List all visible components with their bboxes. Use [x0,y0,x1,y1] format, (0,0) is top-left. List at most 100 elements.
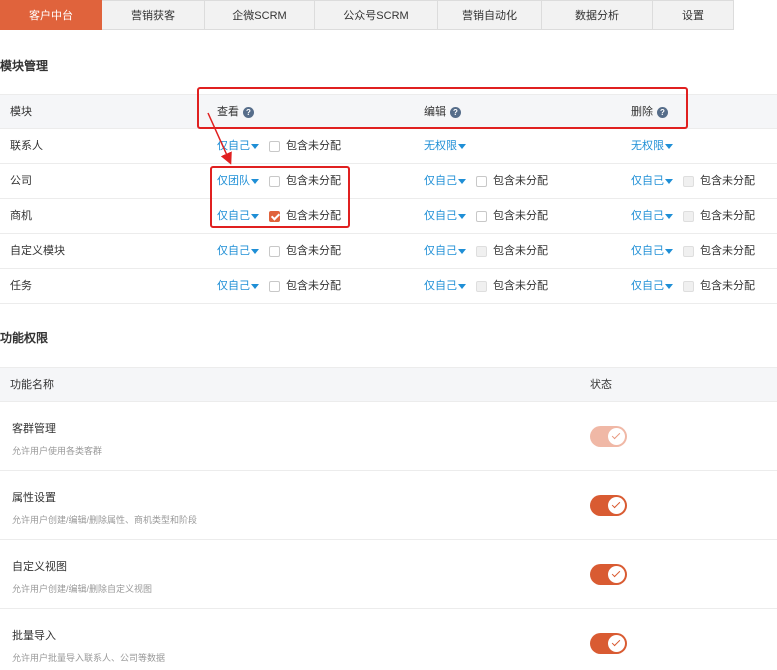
permission-toggle[interactable] [590,564,627,585]
include-unassigned-checkbox[interactable] [269,140,280,152]
tab-marketing-acquisition[interactable]: 营销获客 [102,0,205,30]
delete-permission-cell: 仅自己 包含未分配 [631,269,755,303]
permission-toggle[interactable] [590,633,627,654]
edit-permission-cell: 无权限 [424,129,466,163]
include-unassigned-checkbox[interactable] [476,210,487,222]
caret-down-icon [458,143,466,149]
module-name: 公司 [10,175,32,187]
include-unassigned-checkbox[interactable] [269,280,280,292]
check-icon [608,428,625,445]
header-edit-label: 编辑 [424,106,446,118]
view-scope-dropdown[interactable]: 仅自己 [217,234,259,268]
help-icon[interactable]: ? [243,106,254,118]
function-description: 允许用户批量导入联系人、公司等数据 [12,653,166,663]
view-scope-dropdown[interactable]: 仅团队 [217,164,259,198]
edit-permission-cell: 仅自己 包含未分配 [424,164,548,198]
permission-toggle[interactable] [590,495,627,516]
delete-scope-dropdown[interactable]: 仅自己 [631,269,673,303]
module-table-header: 模块 查看 ? 编辑 ? 删除 ? [0,94,777,129]
module-name: 任务 [10,280,32,292]
caret-down-icon [251,178,259,184]
delete-permission-cell: 仅自己 包含未分配 [631,234,755,268]
caret-down-icon [251,283,259,289]
caret-down-icon [251,213,259,219]
caret-down-icon [458,178,466,184]
view-permission-cell: 仅自己 包含未分配 [217,129,341,163]
scope-value: 无权限 [424,140,457,152]
function-permission-table: 功能名称 状态 客群管理 允许用户使用各类客群 属性设置 允许用户创建/编辑/删除属性… [0,367,777,670]
include-unassigned-checkbox[interactable] [476,175,487,187]
view-permission-cell: 仅团队 包含未分配 [217,164,341,198]
table-row: 公司 仅团队 包含未分配 仅自己 包含未分配 仅自己 包含未分配 [0,164,777,199]
header-view-label: 查看 [217,106,239,118]
help-icon[interactable]: ? [657,106,668,118]
include-unassigned-checkbox[interactable] [269,210,280,222]
include-unassigned-label: 包含未分配 [493,280,548,292]
header-delete-label: 删除 [631,106,653,118]
check-icon [608,635,625,652]
tab-official-account-scrm[interactable]: 公众号SCRM [315,0,438,30]
edit-scope-dropdown[interactable]: 仅自己 [424,164,466,198]
include-unassigned-label: 包含未分配 [700,210,755,222]
include-unassigned-label: 包含未分配 [286,245,341,257]
header-function-name: 功能名称 [10,379,54,391]
function-title: 客群管理 [12,423,56,435]
module-name: 自定义模块 [10,245,65,257]
include-unassigned-checkbox [683,210,694,222]
edit-scope-dropdown[interactable]: 无权限 [424,129,466,163]
include-unassigned-checkbox[interactable] [269,175,280,187]
header-status: 状态 [590,379,612,391]
function-title: 自定义视图 [12,561,67,573]
help-icon[interactable]: ? [450,106,461,118]
tab-customer-platform[interactable]: 客户中台 [0,0,102,30]
check-icon [608,497,625,514]
include-unassigned-checkbox [476,245,487,257]
view-scope-dropdown[interactable]: 仅自己 [217,199,259,233]
caret-down-icon [458,213,466,219]
table-row: 批量导入允许用户批量导入联系人、公司等数据 [0,609,777,670]
edit-scope-dropdown[interactable]: 仅自己 [424,199,466,233]
include-unassigned-checkbox[interactable] [269,245,280,257]
view-scope-dropdown[interactable]: 仅自己 [217,129,259,163]
view-scope-dropdown[interactable]: 仅自己 [217,269,259,303]
scope-value: 仅自己 [631,280,664,292]
include-unassigned-checkbox [683,245,694,257]
top-tab-bar: 客户中台 营销获客 企微SCRM 公众号SCRM 营销自动化 数据分析 设置 [0,0,734,30]
header-edit: 编辑 ? [424,95,461,129]
function-table-header: 功能名称 状态 [0,367,777,402]
delete-scope-dropdown[interactable]: 仅自己 [631,199,673,233]
table-row: 商机 仅自己 包含未分配 仅自己 包含未分配 仅自己 包含未分配 [0,199,777,234]
delete-scope-dropdown[interactable]: 无权限 [631,129,673,163]
header-module: 模块 [10,106,32,118]
delete-scope-dropdown[interactable]: 仅自己 [631,164,673,198]
view-permission-cell: 仅自己 包含未分配 [217,199,341,233]
edit-scope-dropdown[interactable]: 仅自己 [424,234,466,268]
scope-value: 仅自己 [217,245,250,257]
edit-scope-dropdown[interactable]: 仅自己 [424,269,466,303]
tab-wecom-scrm[interactable]: 企微SCRM [205,0,315,30]
delete-scope-dropdown[interactable]: 仅自己 [631,234,673,268]
module-name: 联系人 [10,140,43,152]
edit-permission-cell: 仅自己 包含未分配 [424,269,548,303]
caret-down-icon [251,143,259,149]
tab-data-analysis[interactable]: 数据分析 [542,0,653,30]
tab-marketing-automation[interactable]: 营销自动化 [438,0,542,30]
table-row: 属性设置 允许用户创建/编辑/删除属性、商机类型和阶段 [0,471,777,540]
include-unassigned-checkbox [683,280,694,292]
caret-down-icon [458,283,466,289]
caret-down-icon [251,248,259,254]
caret-down-icon [665,283,673,289]
function-description: 允许用户创建/编辑/删除自定义视图 [12,584,153,594]
scope-value: 仅自己 [217,280,250,292]
permission-toggle[interactable] [590,426,627,447]
table-row: 自定义模块 仅自己 包含未分配 仅自己 包含未分配 仅自己 包含未分配 [0,234,777,269]
edit-permission-cell: 仅自己 包含未分配 [424,199,548,233]
include-unassigned-label: 包含未分配 [700,245,755,257]
scope-value: 仅自己 [631,245,664,257]
include-unassigned-label: 包含未分配 [700,280,755,292]
function-title: 批量导入 [12,630,56,642]
table-row: 客群管理 允许用户使用各类客群 [0,402,777,471]
include-unassigned-label: 包含未分配 [286,175,341,187]
tab-settings[interactable]: 设置 [653,0,734,30]
include-unassigned-checkbox [476,280,487,292]
